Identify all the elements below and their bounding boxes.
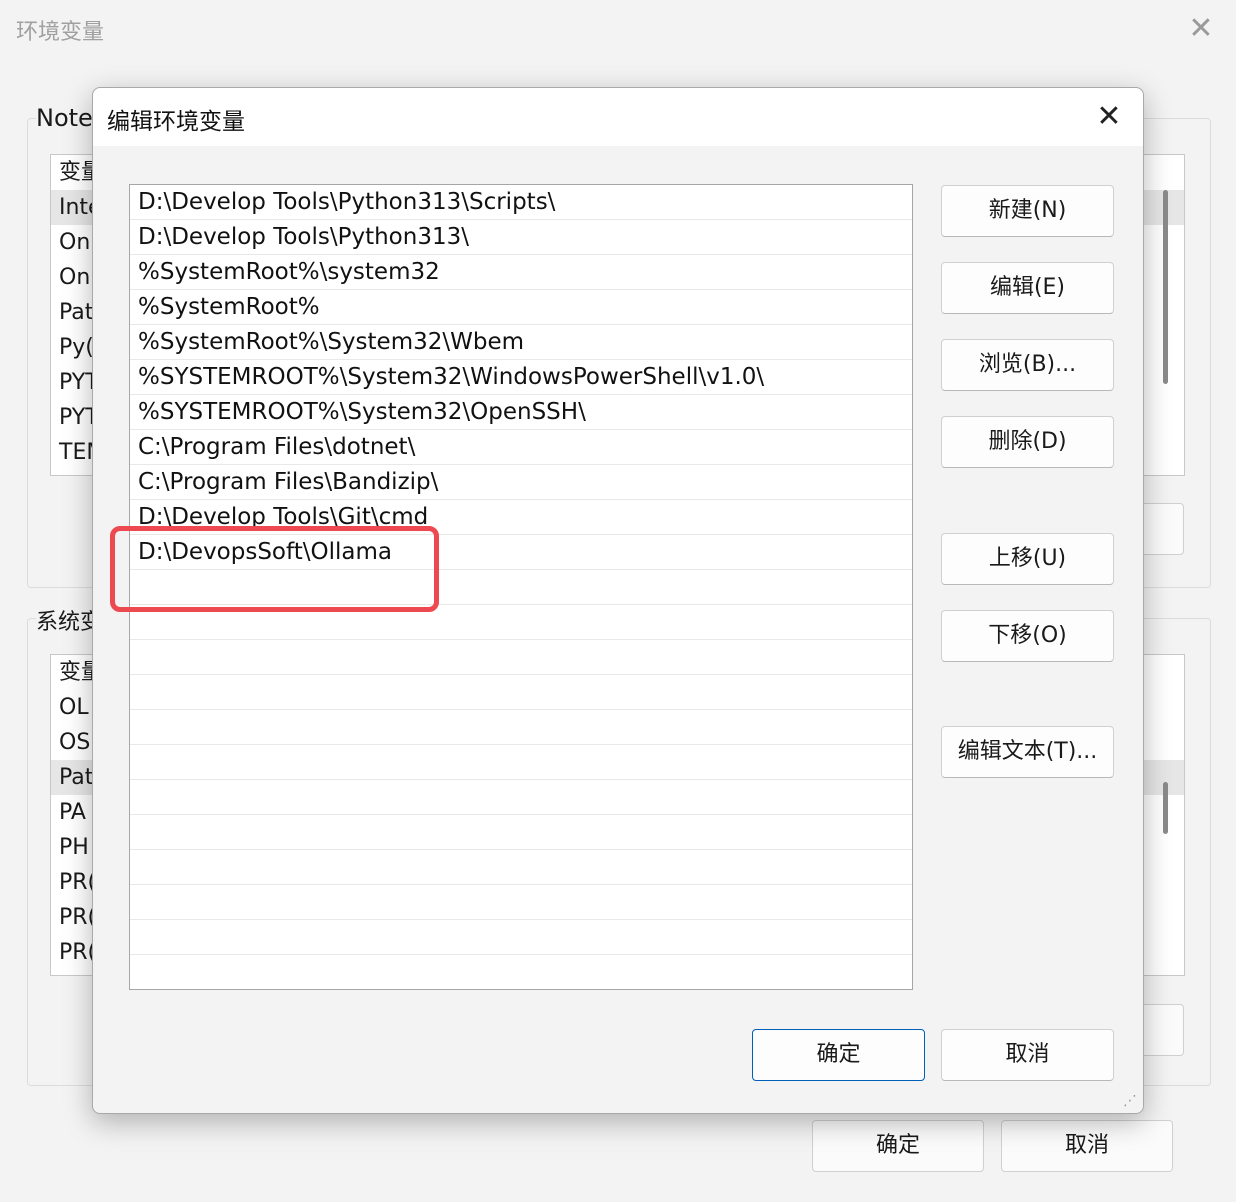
path-list-item[interactable]: D:\DevopsSoft\Ollama (130, 535, 912, 570)
path-list-item[interactable] (130, 885, 912, 920)
path-list-item[interactable] (130, 850, 912, 885)
path-list-item[interactable]: C:\Program Files\Bandizip\ (130, 465, 912, 500)
delete-button[interactable]: 删除(D) (941, 416, 1114, 468)
ok-button[interactable]: 确定 (752, 1029, 925, 1081)
path-list-item[interactable]: D:\Develop Tools\Git\cmd (130, 500, 912, 535)
new-button[interactable]: 新建(N) (941, 185, 1114, 237)
path-list-item[interactable] (130, 710, 912, 745)
dialog-titlebar: 编辑环境变量 ✕ (93, 88, 1143, 146)
path-list-item[interactable]: %SYSTEMROOT%\System32\OpenSSH\ (130, 395, 912, 430)
edit-environment-variable-dialog: 编辑环境变量 ✕ D:\Develop Tools\Python313\Scri… (92, 87, 1144, 1114)
window-title: 环境变量 (16, 20, 105, 45)
path-list-item[interactable] (130, 920, 912, 955)
path-list-item[interactable]: C:\Program Files\dotnet\ (130, 430, 912, 465)
path-list-item[interactable] (130, 955, 912, 989)
path-list-item[interactable] (130, 675, 912, 710)
path-list-item[interactable]: D:\Develop Tools\Python313\ (130, 220, 912, 255)
ok-button[interactable]: 确定 (812, 1120, 984, 1172)
path-list-item[interactable] (130, 640, 912, 675)
edit-button[interactable]: 编辑(E) (941, 262, 1114, 314)
path-list[interactable]: D:\Develop Tools\Python313\Scripts\ D:\De… (129, 184, 913, 990)
path-list-item[interactable] (130, 605, 912, 640)
scrollbar[interactable] (1163, 782, 1168, 834)
resize-grip-icon[interactable]: ⋰ (1123, 1093, 1139, 1109)
path-list-item[interactable] (130, 780, 912, 815)
edit-text-button[interactable]: 编辑文本(T)... (941, 726, 1114, 778)
path-list-item[interactable]: D:\Develop Tools\Python313\Scripts\ (130, 185, 912, 220)
move-up-button[interactable]: 上移(U) (941, 533, 1114, 585)
path-list-item[interactable]: %SystemRoot%\system32 (130, 255, 912, 290)
path-list-item[interactable] (130, 745, 912, 780)
path-list-item[interactable]: %SystemRoot%\System32\Wbem (130, 325, 912, 360)
path-list-item[interactable]: %SYSTEMROOT%\System32\WindowsPowerShell\… (130, 360, 912, 395)
browse-button[interactable]: 浏览(B)... (941, 339, 1114, 391)
path-list-item[interactable] (130, 815, 912, 850)
user-variables-label: Note (36, 104, 97, 132)
close-icon[interactable]: ✕ (1089, 98, 1129, 136)
close-icon[interactable]: ✕ (1184, 12, 1218, 46)
cancel-button[interactable]: 取消 (941, 1029, 1114, 1081)
cancel-button[interactable]: 取消 (1001, 1120, 1173, 1172)
path-list-item[interactable]: %SystemRoot% (130, 290, 912, 325)
move-down-button[interactable]: 下移(O) (941, 610, 1114, 662)
scrollbar[interactable] (1163, 190, 1168, 384)
dialog-title: 编辑环境变量 (107, 109, 245, 135)
path-list-item[interactable] (130, 570, 912, 605)
